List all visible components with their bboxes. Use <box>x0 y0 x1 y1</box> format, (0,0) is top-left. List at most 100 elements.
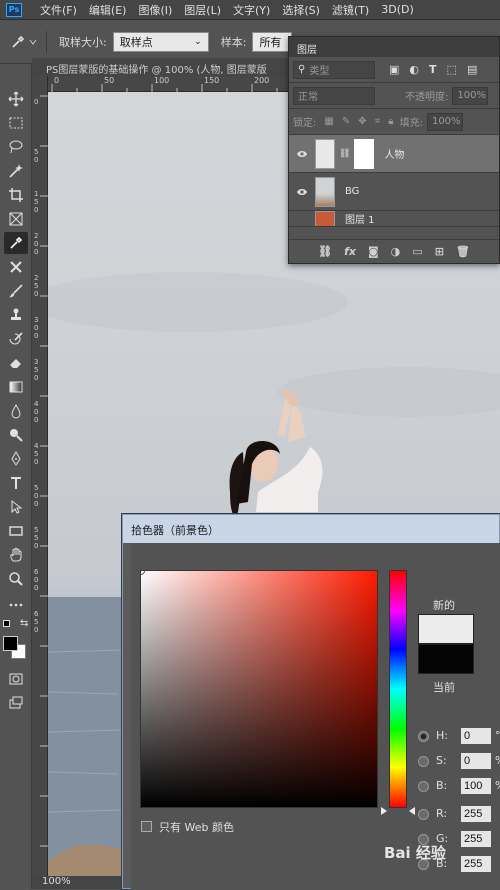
quick-mask-icon[interactable] <box>4 668 28 690</box>
dodge-tool-icon[interactable] <box>4 424 28 446</box>
frame-tool-icon[interactable] <box>4 208 28 230</box>
hue-unit: ° <box>495 729 500 742</box>
menu-layer[interactable]: 图层(L) <box>178 2 227 18</box>
fill-input[interactable]: 100% <box>426 112 463 131</box>
opacity-input[interactable]: 100% <box>452 86 489 105</box>
blend-row: 正常 不透明度: 100% <box>289 83 499 109</box>
pen-tool-icon[interactable] <box>4 448 28 470</box>
healing-brush-tool-icon[interactable] <box>4 256 28 278</box>
ruler-v-tick: 4 <box>34 442 39 450</box>
hand-tool-icon[interactable] <box>4 544 28 566</box>
layer-row-person[interactable]: ⛓︎ 人物 <box>289 135 499 173</box>
layers-tab[interactable]: 图层 <box>289 37 499 57</box>
baidu-watermark: Bai 经验 <box>384 844 446 862</box>
brush-tool-icon[interactable] <box>4 280 28 302</box>
eraser-tool-icon[interactable] <box>4 352 28 374</box>
group-folder-icon[interactable]: ▭ <box>412 245 422 258</box>
filter-pixel-icon[interactable]: ▣ <box>389 63 399 76</box>
ruler-v-tick: 0 <box>34 324 39 332</box>
menu-type[interactable]: 文字(Y) <box>227 2 276 18</box>
blur-tool-icon[interactable] <box>4 400 28 422</box>
eye-icon[interactable] <box>289 150 315 158</box>
filter-adjust-icon[interactable]: ◐ <box>409 63 419 76</box>
lock-image-icon[interactable]: ✎ <box>342 116 350 127</box>
lock-transparent-icon[interactable]: ▦ <box>324 116 333 127</box>
crop-tool-icon[interactable] <box>4 184 28 206</box>
move-tool-icon[interactable] <box>4 88 28 110</box>
fx-button[interactable]: fx <box>344 245 356 258</box>
add-mask-icon[interactable]: ◙ <box>368 245 379 258</box>
ruler-v-tick: 0 <box>34 500 39 508</box>
more-tools-icon[interactable] <box>4 594 28 616</box>
hue-radio[interactable] <box>418 731 429 742</box>
link-layers-icon[interactable]: ⛓︎ <box>318 245 332 258</box>
clone-stamp-tool-icon[interactable] <box>4 304 28 326</box>
zoom-tool-icon[interactable] <box>4 568 28 590</box>
eyedropper-tool-icon[interactable] <box>4 232 28 254</box>
toolbox: ⇆ <box>0 64 32 889</box>
brightness-radio[interactable] <box>418 781 429 792</box>
screen-mode-icon[interactable] <box>4 692 28 714</box>
path-selection-tool-icon[interactable] <box>4 496 28 518</box>
menu-file[interactable]: 文件(F) <box>34 2 83 18</box>
layer-row-layer1[interactable]: 图层 1 <box>289 211 499 227</box>
magic-wand-tool-icon[interactable] <box>4 160 28 182</box>
document-tab[interactable]: PS图层蒙版的基础操作 @ 100% (人物, 图层蒙版 <box>32 58 302 76</box>
layer-mask-thumbnail[interactable] <box>354 138 375 169</box>
lasso-tool-icon[interactable] <box>4 136 28 158</box>
default-colors-icon[interactable] <box>3 620 10 627</box>
ruler-v-tick: 0 <box>34 416 39 424</box>
eyedropper-preset-icon[interactable] <box>10 34 40 50</box>
lock-position-icon[interactable]: ✥ <box>358 116 366 127</box>
zoom-level[interactable]: 100% <box>42 876 71 887</box>
ruler-v-tick: 0 <box>34 408 39 416</box>
lock-artboard-icon[interactable]: ⌗ <box>375 116 381 127</box>
ruler-v-tick: 5 <box>34 198 39 206</box>
hue-slider-handle-left[interactable] <box>381 807 387 815</box>
eye-icon[interactable] <box>289 188 315 196</box>
saturation-radio[interactable] <box>418 756 429 767</box>
saturation-brightness-field[interactable] <box>137 567 378 808</box>
menu-image[interactable]: 图像(I) <box>132 2 178 18</box>
gradient-tool-icon[interactable] <box>4 376 28 398</box>
sample-select[interactable]: 所有 <box>252 31 293 52</box>
current-color-swatch[interactable] <box>418 644 474 674</box>
saturation-input[interactable] <box>460 752 492 770</box>
layer-row-bg[interactable]: BG <box>289 173 499 211</box>
menu-edit[interactable]: 编辑(E) <box>83 2 133 18</box>
ruler-v-tick: 0 <box>34 542 39 550</box>
hue-slider[interactable] <box>389 570 407 808</box>
swap-colors-icon[interactable]: ⇆ <box>20 618 28 629</box>
blend-mode-select[interactable]: 正常 <box>293 86 375 105</box>
marquee-tool-icon[interactable] <box>4 112 28 134</box>
menu-3d[interactable]: 3D(D) <box>375 3 420 16</box>
foreground-color-swatch[interactable] <box>3 636 18 651</box>
red-input[interactable] <box>460 805 492 823</box>
hue-input[interactable] <box>460 727 492 745</box>
green-input[interactable] <box>460 830 492 848</box>
new-color-swatch <box>418 614 474 644</box>
web-colors-checkbox[interactable] <box>141 821 152 832</box>
menu-filter[interactable]: 滤镜(T) <box>326 2 375 18</box>
filter-type-icon[interactable]: T <box>429 63 437 76</box>
type-tool-icon[interactable] <box>4 472 28 494</box>
history-brush-tool-icon[interactable] <box>4 328 28 350</box>
trash-icon[interactable]: 🗑︎ <box>456 245 470 258</box>
brightness-input[interactable] <box>460 777 492 795</box>
hue-slider-handle-right[interactable] <box>409 807 415 815</box>
link-icon[interactable]: ⛓︎ <box>339 149 350 159</box>
rectangle-tool-icon[interactable] <box>4 520 28 542</box>
blue-input[interactable] <box>460 855 492 873</box>
filter-smart-icon[interactable]: ▤ <box>467 63 477 76</box>
new-layer-icon[interactable]: ⊞ <box>435 245 444 258</box>
menu-select[interactable]: 选择(S) <box>276 2 326 18</box>
filter-shape-icon[interactable]: ⬚ <box>447 63 457 76</box>
ruler-v-tick: 2 <box>34 232 39 240</box>
adjustment-layer-icon[interactable]: ◑ <box>391 245 401 258</box>
lock-all-icon[interactable]: 🔒︎ <box>388 116 393 127</box>
filter-kind-select[interactable]: ⚲ 类型 <box>293 60 375 79</box>
red-radio[interactable] <box>418 809 429 820</box>
sample-label: 样本: <box>220 35 247 49</box>
lock-label: 锁定: <box>293 118 317 129</box>
sample-size-select[interactable]: 取样点 ⌄ <box>112 31 209 52</box>
